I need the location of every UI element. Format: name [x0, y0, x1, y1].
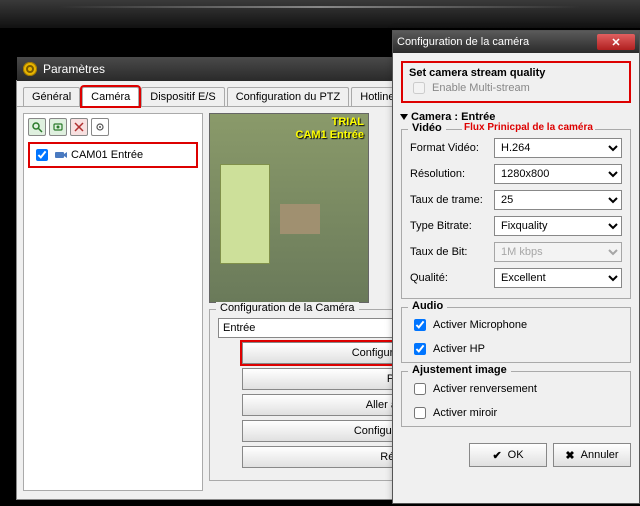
preview-overlay-line2: CAM1 Entrée — [296, 129, 364, 142]
video-format-select[interactable]: H.264 — [494, 138, 622, 158]
ok-label: OK — [508, 449, 524, 461]
cancel-button[interactable]: ✖ Annuler — [553, 443, 631, 467]
parameters-title: Paramètres — [43, 62, 105, 76]
image-adjust-title: Ajustement image — [408, 364, 511, 376]
dialog-buttons: ✔ OK ✖ Annuler — [393, 443, 639, 467]
bitrate-select: 1M kbps — [494, 242, 622, 262]
video-format-label: Format Vidéo: — [410, 142, 494, 154]
camera-preview: TRIAL CAM1 Entrée — [209, 113, 369, 303]
app-top-bar — [0, 0, 640, 28]
settings-camera-icon[interactable] — [91, 118, 109, 136]
camera-checkbox[interactable] — [36, 149, 48, 161]
enable-speaker-checkbox[interactable] — [414, 343, 426, 355]
enable-mic-row[interactable]: Activer Microphone — [410, 316, 622, 334]
camera-item-label: CAM01 Entrée — [71, 149, 143, 161]
camera-list-panel: CAM01 Entrée — [23, 113, 203, 491]
close-icon: ✕ — [611, 36, 620, 49]
preview-scene-object — [220, 164, 270, 264]
camera-list-item[interactable]: CAM01 Entrée — [28, 142, 198, 168]
stream-quality-box: Set camera stream quality Enable Multi-s… — [401, 61, 631, 103]
bitrate-type-label: Type Bitrate: — [410, 220, 494, 232]
ok-button[interactable]: ✔ OK — [469, 443, 547, 467]
search-camera-icon[interactable] — [28, 118, 46, 136]
bitrate-type-select[interactable]: Fixquality — [494, 216, 622, 236]
disclosure-triangle-icon[interactable] — [400, 114, 408, 120]
enable-flip-checkbox[interactable] — [414, 383, 426, 395]
audio-fieldset: Audio Activer Microphone Activer HP — [401, 307, 631, 363]
enable-speaker-row[interactable]: Activer HP — [410, 340, 622, 358]
camera-config-dialog: Configuration de la caméra ✕ Set camera … — [392, 30, 640, 504]
enable-mic-label: Activer Microphone — [433, 319, 527, 331]
framerate-select[interactable]: 25 — [494, 190, 622, 210]
gear-icon — [23, 62, 37, 76]
image-adjust-fieldset: Ajustement image Activer renversement Ac… — [401, 371, 631, 427]
tab-general[interactable]: Général — [23, 87, 80, 106]
preview-overlay: TRIAL CAM1 Entrée — [296, 116, 364, 142]
main-stream-note: Flux Prinicpal de la caméra — [462, 122, 595, 133]
quality-select[interactable]: Excellent — [494, 268, 622, 288]
preview-scene-object-2 — [280, 204, 320, 234]
dialog-body: Set camera stream quality Enable Multi-s… — [393, 53, 639, 443]
enable-multistream-row[interactable]: Enable Multi-stream — [409, 79, 623, 97]
audio-fieldset-title: Audio — [408, 300, 447, 312]
stream-quality-title: Set camera stream quality — [409, 67, 623, 79]
enable-mirror-checkbox[interactable] — [414, 407, 426, 419]
enable-mirror-label: Activer miroir — [433, 407, 497, 419]
camera-icon — [54, 148, 68, 162]
tab-camera[interactable]: Caméra — [82, 87, 139, 106]
quality-label: Qualité: — [410, 272, 494, 284]
enable-flip-label: Activer renversement — [433, 383, 537, 395]
tab-ptz-config[interactable]: Configuration du PTZ — [227, 87, 350, 106]
resolution-label: Résolution: — [410, 168, 494, 180]
camera-config-group-title: Configuration de la Caméra — [216, 302, 359, 314]
preview-overlay-line1: TRIAL — [296, 116, 364, 129]
cancel-label: Annuler — [581, 449, 619, 461]
enable-speaker-label: Activer HP — [433, 343, 485, 355]
add-camera-icon[interactable] — [49, 118, 67, 136]
top-bar-divider — [60, 6, 580, 8]
dialog-titlebar[interactable]: Configuration de la caméra ✕ — [393, 31, 639, 53]
enable-mic-checkbox[interactable] — [414, 319, 426, 331]
camera-toolbar — [28, 118, 198, 136]
bitrate-label: Taux de Bit: — [410, 246, 494, 258]
dialog-title: Configuration de la caméra — [397, 36, 529, 48]
video-fieldset: Vidéo Flux Prinicpal de la caméra Format… — [401, 129, 631, 299]
framerate-label: Taux de trame: — [410, 194, 494, 206]
tab-io-device[interactable]: Dispositif E/S — [141, 87, 224, 106]
close-button[interactable]: ✕ — [597, 34, 635, 50]
resolution-select[interactable]: 1280x800 — [494, 164, 622, 184]
enable-flip-row[interactable]: Activer renversement — [410, 380, 622, 398]
video-fieldset-title: Vidéo — [408, 122, 446, 134]
delete-camera-icon[interactable] — [70, 118, 88, 136]
check-icon: ✔ — [492, 449, 501, 462]
x-icon: ✖ — [565, 449, 574, 462]
enable-multistream-label: Enable Multi-stream — [432, 82, 530, 94]
enable-multistream-checkbox[interactable] — [413, 82, 425, 94]
enable-mirror-row[interactable]: Activer miroir — [410, 404, 622, 422]
